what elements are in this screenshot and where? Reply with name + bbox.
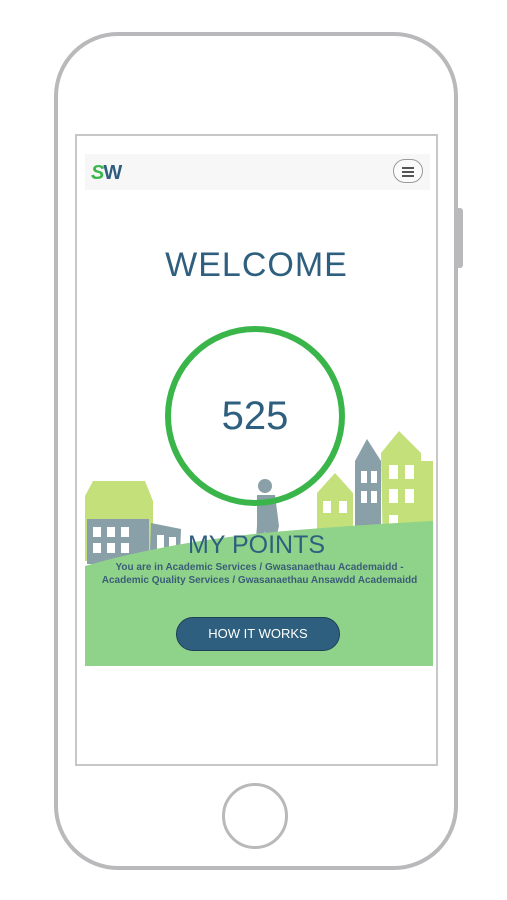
hamburger-menu-icon[interactable] — [393, 159, 423, 183]
page-title: WELCOME — [165, 246, 348, 284]
logo-letter-s: S — [91, 162, 104, 184]
logo-letter-w: W — [103, 162, 122, 184]
phone-home-button[interactable] — [222, 783, 288, 849]
how-it-works-button[interactable]: HOW IT WORKS — [176, 617, 340, 651]
logo[interactable]: SW — [91, 162, 122, 185]
app-screen: SW WELCOME 525 MY POINTS You are in Acad… — [75, 134, 438, 766]
points-label: MY POINTS — [187, 531, 326, 559]
top-bar: SW — [85, 154, 430, 190]
phone-side-button — [457, 208, 463, 268]
points-value: 525 — [221, 394, 289, 438]
department-path: You are in Academic Services / Gwasanaet… — [101, 562, 418, 586]
